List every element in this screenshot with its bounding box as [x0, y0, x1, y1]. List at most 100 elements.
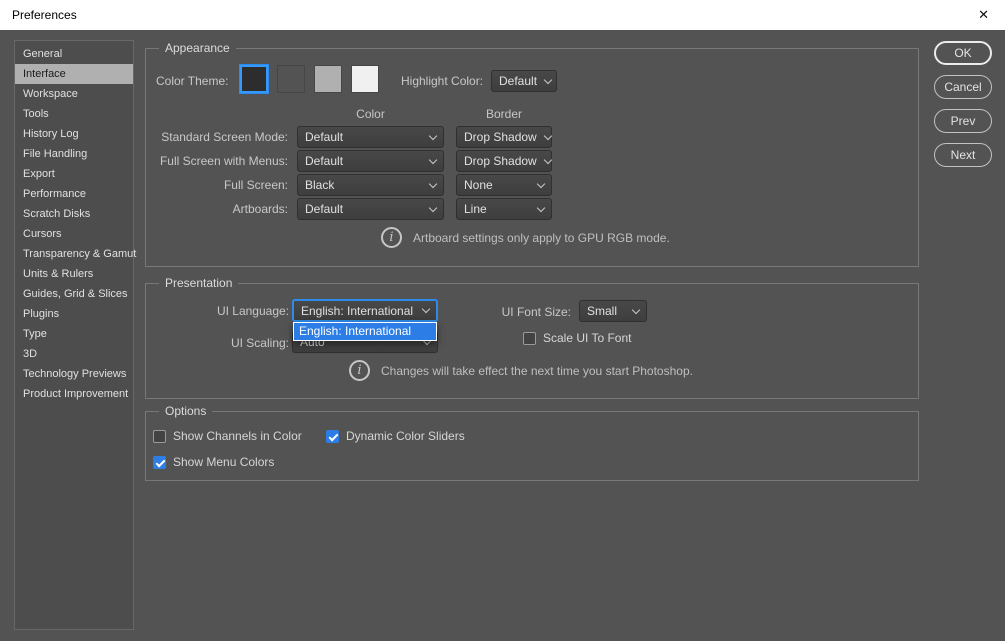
dropdown-value: Default: [499, 74, 537, 88]
full-screen-label: Full Screen:: [146, 174, 288, 196]
info-glyph: i: [357, 363, 361, 378]
restart-info-text: Changes will take effect the next time y…: [381, 364, 693, 378]
standard-screen-mode-label: Standard Screen Mode:: [146, 126, 288, 148]
sidebar-item-scratch-disks[interactable]: Scratch Disks: [15, 204, 133, 224]
scale-ui-to-font-checkbox[interactable]: [523, 332, 536, 345]
chevron-down-icon: [537, 179, 545, 187]
color-theme-swatch-lightest[interactable]: [351, 65, 379, 93]
dropdown-value: Drop Shadow: [464, 130, 537, 144]
dynamic-color-sliders-label: Dynamic Color Sliders: [346, 429, 465, 443]
chevron-down-icon: [543, 131, 551, 139]
dropdown-value: Default: [305, 130, 343, 144]
chevron-down-icon: [429, 203, 437, 211]
sidebar-item-workspace[interactable]: Workspace: [15, 84, 133, 104]
titlebar: Preferences ✕: [0, 0, 1005, 30]
scale-ui-to-font-row: Scale UI To Font: [523, 330, 632, 346]
full-screen-with-menus-color-dropdown[interactable]: Default: [297, 150, 444, 172]
dropdown-value: Black: [305, 178, 334, 192]
ui-language-dropdown-list: English: International: [293, 322, 437, 341]
sidebar-item-tools[interactable]: Tools: [15, 104, 133, 124]
dropdown-value: Small: [587, 304, 617, 318]
color-theme-swatch-darkest[interactable]: [240, 65, 268, 93]
artboard-info-text: Artboard settings only apply to GPU RGB …: [413, 231, 670, 245]
preferences-dialog: Preferences ✕ General Interface Workspac…: [0, 0, 1005, 641]
presentation-section-title: Presentation: [159, 276, 238, 290]
artboards-border-dropdown[interactable]: Line: [456, 198, 552, 220]
show-menu-colors-checkbox[interactable]: [153, 456, 166, 469]
scale-ui-to-font-label: Scale UI To Font: [543, 331, 632, 345]
chevron-down-icon: [429, 131, 437, 139]
standard-screen-mode-row: Standard Screen Mode: Default Drop Shado…: [146, 126, 918, 148]
ui-font-size-dropdown[interactable]: Small: [579, 300, 647, 322]
sidebar-item-type[interactable]: Type: [15, 324, 133, 344]
sidebar-item-interface[interactable]: Interface: [15, 64, 133, 84]
sidebar-item-export[interactable]: Export: [15, 164, 133, 184]
sidebar-item-transparency-gamut[interactable]: Transparency & Gamut: [15, 244, 133, 264]
sidebar-item-units-rulers[interactable]: Units & Rulers: [15, 264, 133, 284]
sidebar-item-product-improvement[interactable]: Product Improvement: [15, 384, 133, 404]
sidebar: General Interface Workspace Tools Histor…: [14, 40, 134, 630]
sidebar-item-file-handling[interactable]: File Handling: [15, 144, 133, 164]
restart-info: i Changes will take effect the next time…: [349, 360, 693, 381]
cancel-button[interactable]: Cancel: [934, 75, 992, 99]
sidebar-item-technology-previews[interactable]: Technology Previews: [15, 364, 133, 384]
color-column-header: Color: [297, 107, 444, 121]
full-screen-with-menus-row: Full Screen with Menus: Default Drop Sha…: [146, 150, 918, 172]
ui-language-label: UI Language:: [146, 304, 289, 318]
sidebar-item-general[interactable]: General: [15, 44, 133, 64]
options-section: Options Show Channels in Color Dynamic C…: [145, 411, 919, 481]
show-channels-in-color-row: Show Channels in Color: [153, 428, 302, 444]
highlight-color-dropdown[interactable]: Default: [491, 70, 557, 92]
artboards-label: Artboards:: [146, 198, 288, 220]
ui-scaling-label: UI Scaling:: [146, 336, 289, 350]
ui-language-option[interactable]: English: International: [294, 323, 436, 340]
sidebar-item-plugins[interactable]: Plugins: [15, 304, 133, 324]
standard-screen-mode-color-dropdown[interactable]: Default: [297, 126, 444, 148]
color-theme-swatches: [240, 65, 379, 93]
chevron-down-icon: [632, 305, 640, 313]
color-theme-swatch-light[interactable]: [314, 65, 342, 93]
options-section-title: Options: [159, 404, 212, 418]
prev-button[interactable]: Prev: [934, 109, 992, 133]
standard-screen-mode-border-dropdown[interactable]: Drop Shadow: [456, 126, 552, 148]
artboards-color-dropdown[interactable]: Default: [297, 198, 444, 220]
info-glyph: i: [389, 230, 393, 245]
chevron-down-icon: [429, 179, 437, 187]
window-title: Preferences: [12, 8, 77, 22]
chevron-down-icon: [429, 155, 437, 163]
artboards-row: Artboards: Default Line: [146, 198, 918, 220]
chevron-down-icon: [537, 203, 545, 211]
full-screen-with-menus-border-dropdown[interactable]: Drop Shadow: [456, 150, 552, 172]
sidebar-item-guides-grid-slices[interactable]: Guides, Grid & Slices: [15, 284, 133, 304]
ui-language-dropdown[interactable]: English: International: [292, 299, 438, 322]
full-screen-row: Full Screen: Black None: [146, 174, 918, 196]
show-channels-in-color-checkbox[interactable]: [153, 430, 166, 443]
show-channels-in-color-label: Show Channels in Color: [173, 429, 302, 443]
dynamic-color-sliders-row: Dynamic Color Sliders: [326, 428, 465, 444]
dynamic-color-sliders-checkbox[interactable]: [326, 430, 339, 443]
presentation-section: Presentation UI Language: English: Inter…: [145, 283, 919, 399]
full-screen-border-dropdown[interactable]: None: [456, 174, 552, 196]
next-button[interactable]: Next: [934, 143, 992, 167]
dropdown-value: Default: [305, 154, 343, 168]
show-menu-colors-label: Show Menu Colors: [173, 455, 274, 469]
close-icon[interactable]: ✕: [974, 5, 993, 25]
sidebar-item-3d[interactable]: 3D: [15, 344, 133, 364]
border-column-header: Border: [456, 107, 552, 121]
full-screen-color-dropdown[interactable]: Black: [297, 174, 444, 196]
dropdown-value: Drop Shadow: [464, 154, 537, 168]
info-icon: i: [381, 227, 402, 248]
highlight-color-label: Highlight Color:: [401, 74, 483, 88]
ui-font-size-label: UI Font Size:: [429, 305, 571, 319]
color-theme-label: Color Theme:: [156, 74, 228, 88]
chevron-down-icon: [544, 75, 552, 83]
sidebar-item-performance[interactable]: Performance: [15, 184, 133, 204]
dropdown-value: English: International: [301, 304, 413, 318]
info-icon: i: [349, 360, 370, 381]
chevron-down-icon: [543, 155, 551, 163]
ok-button[interactable]: OK: [934, 41, 992, 65]
appearance-section: Appearance Color Theme: Highlight Color:…: [145, 48, 919, 267]
sidebar-item-cursors[interactable]: Cursors: [15, 224, 133, 244]
color-theme-swatch-dark[interactable]: [277, 65, 305, 93]
sidebar-item-history-log[interactable]: History Log: [15, 124, 133, 144]
